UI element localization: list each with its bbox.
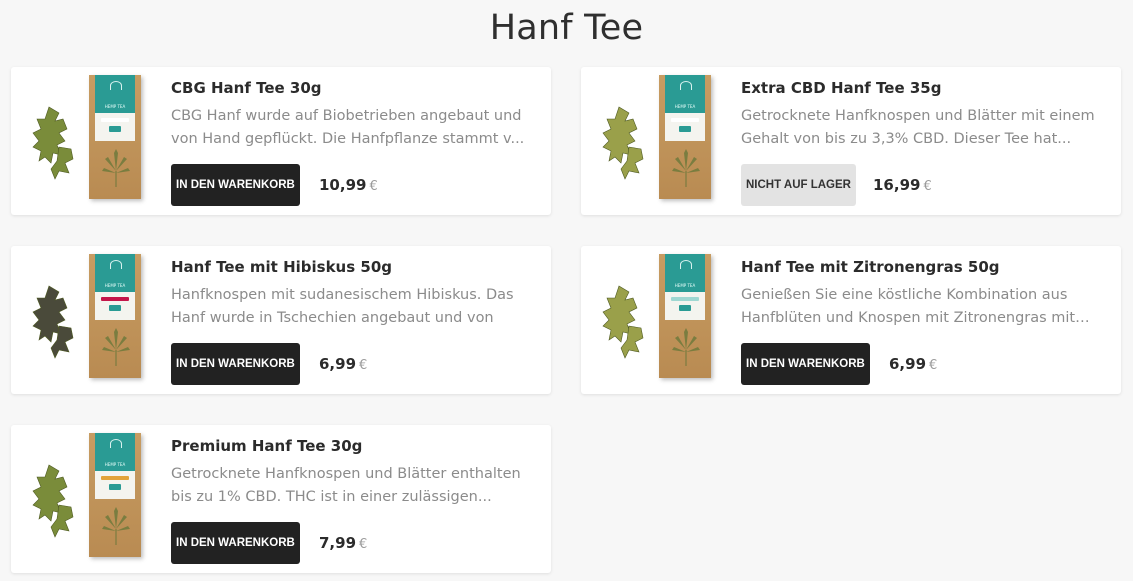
price-value: 7,99 <box>319 534 357 552</box>
product-title[interactable]: CBG Hanf Tee 30g <box>171 79 322 97</box>
currency-symbol: € <box>369 179 378 194</box>
product-price: 6,99 € <box>319 343 367 385</box>
tea-package-image: HEMP TEA <box>89 254 141 378</box>
product-price: 16,99 € <box>873 164 932 206</box>
product-card[interactable]: HEMP TEA Premium Hanf Tee 30g Getrocknete … <box>11 425 551 573</box>
price-value: 6,99 <box>889 355 927 373</box>
cannabis-leaf-icon <box>671 328 701 372</box>
loose-tea-image <box>599 103 655 181</box>
tea-package-image: HEMP TEA <box>659 254 711 378</box>
product-card[interactable]: HEMP TEA Extra CBD Hanf Tee 35g Getrocknet… <box>581 67 1121 215</box>
price-value: 10,99 <box>319 176 367 194</box>
loose-tea-image <box>29 103 85 181</box>
product-image[interactable]: HEMP TEA <box>21 433 151 565</box>
tea-package-image: HEMP TEA <box>659 75 711 199</box>
cannabis-leaf-icon <box>101 328 131 372</box>
product-card[interactable]: HEMP TEA Hanf Tee mit Zitronengras 50g Gen… <box>581 246 1121 394</box>
out-of-stock-button: NICHT AUF LAGER <box>741 164 856 206</box>
product-title[interactable]: Hanf Tee mit Hibiskus 50g <box>171 258 392 276</box>
tea-package-image: HEMP TEA <box>89 433 141 557</box>
page-title: Hanf Tee <box>489 8 644 48</box>
product-price: 6,99 € <box>889 343 937 385</box>
product-image[interactable]: HEMP TEA <box>591 254 721 386</box>
currency-symbol: € <box>359 537 368 552</box>
product-description: Getrocknete Hanfknospen und Blätter enth… <box>171 466 521 505</box>
price-value: 16,99 <box>873 176 921 194</box>
currency-symbol: € <box>929 358 938 373</box>
cannabis-leaf-icon <box>671 149 701 193</box>
product-image[interactable]: HEMP TEA <box>591 75 721 207</box>
loose-tea-image <box>29 461 85 539</box>
add-to-cart-button[interactable]: IN DEN WARENKORB <box>171 343 300 385</box>
add-to-cart-button[interactable]: IN DEN WARENKORB <box>171 522 300 564</box>
add-to-cart-button[interactable]: IN DEN WARENKORB <box>171 164 300 206</box>
product-title[interactable]: Hanf Tee mit Zitronengras 50g <box>741 258 1000 276</box>
currency-symbol: € <box>923 179 932 194</box>
tea-package-image: HEMP TEA <box>89 75 141 199</box>
product-description: Genießen Sie eine köstliche Kombination … <box>741 287 1076 326</box>
cannabis-leaf-icon <box>101 149 131 193</box>
product-description: CBG Hanf wurde auf Biobetrieben angebaut… <box>171 108 525 147</box>
product-image[interactable]: HEMP TEA <box>21 75 151 207</box>
product-price: 7,99 € <box>319 522 367 564</box>
product-description: Hanfknospen mit sudanesischem Hibiskus. … <box>171 287 514 326</box>
product-card[interactable]: HEMP TEA Hanf Tee mit Hibiskus 50g Hanfkno… <box>11 246 551 394</box>
product-description: Getrocknete Hanfknospen und Blätter mit … <box>741 108 1095 147</box>
cannabis-leaf-icon <box>101 507 131 551</box>
add-to-cart-button[interactable]: IN DEN WARENKORB <box>741 343 870 385</box>
product-title[interactable]: Extra CBD Hanf Tee 35g <box>741 79 941 97</box>
product-price: 10,99 € <box>319 164 378 206</box>
product-title[interactable]: Premium Hanf Tee 30g <box>171 437 362 455</box>
price-value: 6,99 <box>319 355 357 373</box>
loose-tea-image <box>29 282 85 360</box>
product-card[interactable]: HEMP TEA CBG Hanf Tee 30g CBG Hanf wurde a… <box>11 67 551 215</box>
currency-symbol: € <box>359 358 368 373</box>
product-image[interactable]: HEMP TEA <box>21 254 151 386</box>
loose-tea-image <box>599 282 655 360</box>
